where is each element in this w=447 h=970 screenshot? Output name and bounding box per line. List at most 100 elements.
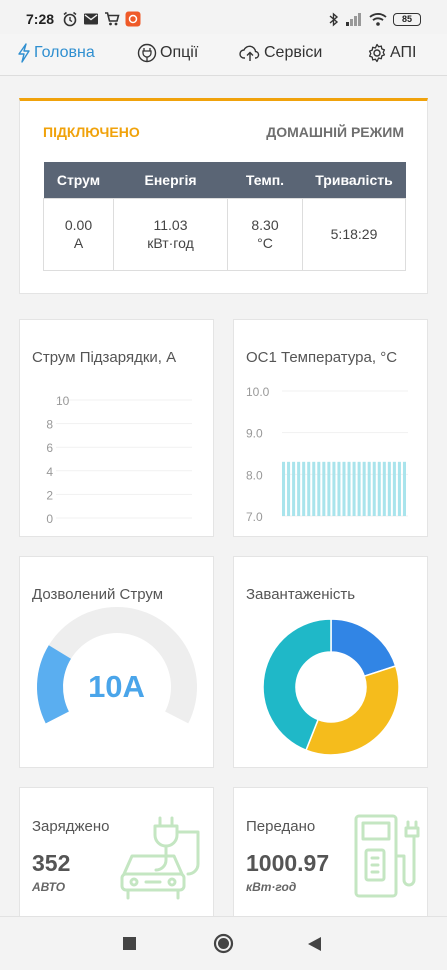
energy-unit: кВт·год (147, 235, 194, 251)
temperature-bar (392, 461, 396, 516)
column-header: Темп. (227, 162, 303, 198)
temperature-bar (302, 461, 306, 516)
column-header: Енергія (113, 162, 228, 198)
status-time: 7:28 (26, 11, 55, 27)
temperature-bar (372, 461, 376, 516)
main-nav: Головна Опції Сервіси АПІ (0, 34, 447, 76)
temperature-bar (322, 461, 326, 516)
battery-icon: 85 (393, 12, 421, 26)
home-button[interactable] (213, 933, 234, 954)
cart-icon (105, 12, 120, 26)
nav-home-label: Головна (34, 44, 95, 61)
alarm-icon (63, 11, 77, 27)
y-tick-label: 4 (46, 465, 53, 479)
temperature-bar (332, 461, 336, 516)
donut-slice (330, 618, 397, 678)
allowed-current-gauge (36, 607, 198, 724)
temperature-bar (297, 461, 301, 516)
y-tick-label: 2 (46, 488, 53, 502)
energy-cell: 11.03 кВт·год (113, 197, 228, 271)
nav-options-label: Опції (160, 44, 199, 61)
connection-status: ПІДКЛЮЧЕНО (43, 124, 140, 140)
temperature-bar (327, 461, 331, 516)
current-value: 0.00 (64, 217, 93, 233)
delivered-title: Передано (246, 818, 316, 835)
temperature-bar (402, 461, 406, 516)
temperature-bar (362, 461, 366, 516)
charged-value: 352 (32, 850, 71, 876)
metrics-header-row: Струм Енергія Темп. Тривалість (43, 162, 406, 198)
temperature-bar (387, 461, 391, 516)
recent-apps-button[interactable] (123, 937, 136, 950)
metrics-table: Струм Енергія Темп. Тривалість 0.00 A 11.… (43, 162, 406, 271)
nav-api-label: АПІ (390, 44, 417, 61)
delivered-unit: кВт·год (246, 880, 297, 894)
y-tick-label: 7.0 (246, 510, 263, 524)
load-donut-chart (262, 618, 400, 756)
delivered-card: Передано 1000.97 кВт·год (233, 787, 428, 922)
temperature-bar (282, 461, 286, 516)
nav-api[interactable]: АПІ (367, 40, 416, 66)
temperature-bar (377, 461, 381, 516)
nav-services[interactable]: Сервіси (239, 40, 322, 66)
app-icon (125, 11, 141, 27)
temperature-bar (367, 461, 371, 516)
nav-options[interactable]: Опції (137, 40, 198, 66)
notification-icons (62, 10, 141, 28)
load-card: Завантаженість (233, 556, 428, 768)
charged-unit: АВТО (32, 880, 66, 894)
temperature-bar (317, 461, 321, 516)
temperature-bar (307, 461, 311, 516)
temperature-unit: °C (257, 235, 273, 251)
y-tick-label: 10.0 (246, 385, 270, 399)
delivered-value: 1000.97 (246, 850, 330, 876)
system-navigation-bar (0, 916, 447, 970)
bluetooth-icon (329, 11, 339, 27)
temperature-bar (287, 461, 291, 516)
temperature-bar (342, 461, 346, 516)
nav-services-label: Сервіси (264, 44, 323, 61)
plug-bulb-icon (137, 43, 157, 63)
temperature-cell: 8.30 °C (227, 197, 303, 271)
energy-value: 11.03 (153, 217, 188, 233)
temperature-bar (352, 461, 356, 516)
temperature-bar (292, 461, 296, 516)
current-cell: 0.00 A (43, 197, 114, 271)
donut-slice (304, 665, 400, 756)
y-tick-label: 9.0 (246, 427, 263, 441)
charged-card: Заряджено 352 АВТО (19, 787, 214, 922)
status-card: ПІДКЛЮЧЕНО ДОМАШНІЙ РЕЖИМ Струм Енергія … (19, 98, 428, 294)
column-header: Тривалість (302, 162, 406, 198)
temperature-bar (347, 461, 351, 516)
cloud-upload-icon (239, 45, 260, 61)
system-icons: 85 (329, 11, 421, 27)
current-unit: A (73, 235, 84, 251)
column-header: Струм (43, 162, 114, 198)
temperature-chart: 7.0 8.0 9.0 10.0 (246, 385, 408, 524)
duration-value: 5:18:29 (330, 226, 378, 242)
charging-current-card: Струм Підзарядки, А 0 2 4 6 8 10 (19, 319, 214, 537)
car-charger-icon (120, 816, 200, 900)
y-tick-label: 10 (56, 394, 70, 408)
temperature-card: ОС1 Температура, °C 7.0 8.0 9.0 10.0 (233, 319, 428, 537)
y-tick-label: 6 (46, 441, 53, 455)
temperature-bar (337, 461, 341, 516)
allowed-current-card: Дозволений Струм 10A (19, 556, 214, 768)
duration-cell: 5:18:29 (302, 197, 406, 271)
y-tick-label: 0 (46, 512, 53, 526)
temperature-value: 8.30 (251, 217, 279, 233)
wifi-icon (369, 13, 387, 26)
status-bar: 7:28 85 (0, 0, 447, 34)
signal-icon (346, 13, 361, 26)
mail-icon (84, 13, 98, 25)
charging-current-chart: 0 2 4 6 810 (46, 394, 192, 526)
fuel-station-icon (354, 814, 420, 898)
charged-title: Заряджено (32, 818, 110, 835)
y-tick-label: 8 (46, 418, 53, 432)
metrics-values-row: 0.00 A 11.03 кВт·год 8.30 °C 5:18:29 (43, 197, 406, 271)
temperature-bar (357, 461, 361, 516)
back-button[interactable] (308, 937, 321, 951)
allowed-current-value: 10A (88, 669, 145, 704)
temperature-bar (312, 461, 316, 516)
nav-home[interactable]: Головна (17, 40, 95, 66)
